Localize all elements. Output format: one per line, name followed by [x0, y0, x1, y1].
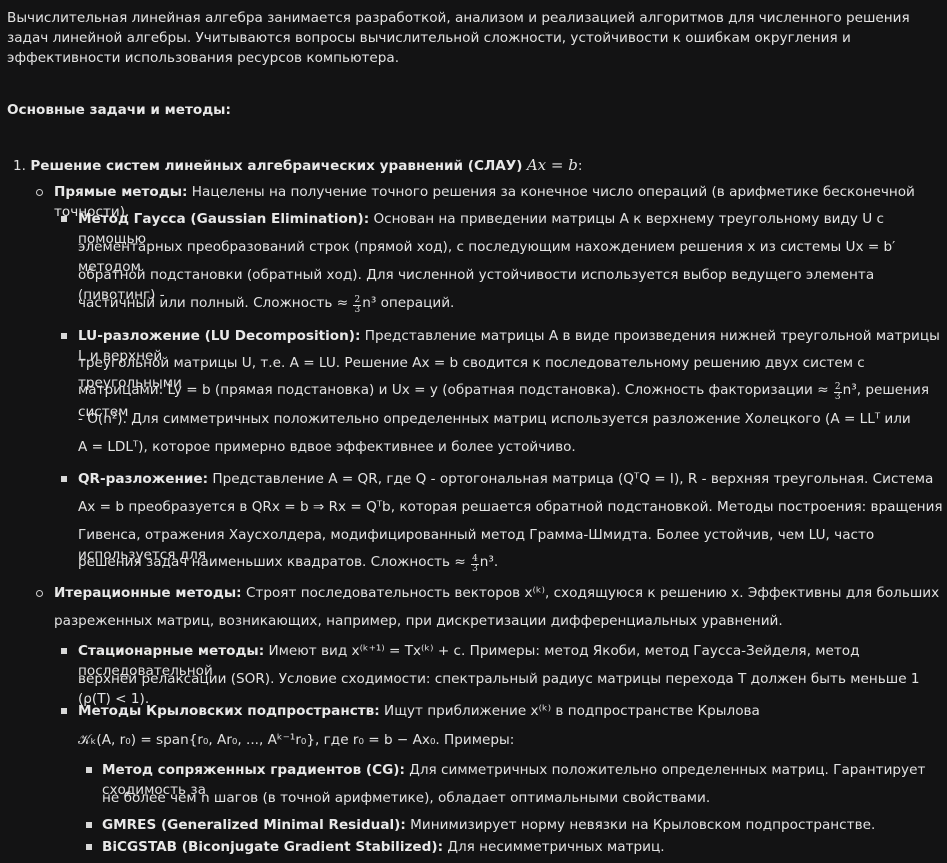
bicgstab-line: BiCGSTAB (Biconjugate Gradient Stabilize… [102, 837, 665, 857]
cg-label: Метод сопряженных градиентов (CG): [102, 762, 405, 778]
fraction-two-thirds: 23 [353, 296, 362, 315]
iter-text-1: Строят последовательность векторов x⁽ᵏ⁾,… [245, 585, 940, 601]
list-number: 1. [13, 158, 26, 174]
circle-bullet [36, 590, 43, 597]
list-item-1: 1. Решение систем линейных алгебраически… [13, 155, 582, 176]
gmres-line: GMRES (Generalized Minimal Residual): Ми… [102, 815, 875, 835]
iter-label: Итерационные методы: [54, 585, 242, 601]
lu-line-5: A = LDLᵀ), которое примерно вдвое эффект… [78, 439, 576, 455]
lu-label: LU-разложение (LU Decomposition): [78, 328, 361, 344]
item1-title: Решение систем линейных алгебраических у… [30, 158, 523, 174]
krylov-line-2: 𝒦ₖ(A, r₀) = span{r₀, Ar₀, ..., Aᵏ⁻¹r₀}, … [78, 732, 515, 748]
square-bullet [61, 648, 67, 654]
section-heading: Основные задачи и методы: [7, 102, 231, 118]
square-bullet [61, 216, 67, 222]
fraction-denominator: 3 [472, 564, 478, 574]
square-bullet [86, 822, 92, 828]
circle-bullet [36, 189, 43, 196]
qr-text-4b: n³. [479, 554, 499, 570]
qr-line-2: Ax = b преобразуется в QRx = b ⇒ Rx = Qᵀ… [78, 499, 943, 515]
krylov-line-1: Методы Крыловских подпространств: Ищут п… [78, 701, 760, 721]
document: Вычислительная линейная алгебра занимает… [0, 0, 947, 863]
iter-line-1: Итерационные методы: Строят последовател… [54, 583, 939, 603]
bicgstab-text: Для несимметричных матриц. [447, 839, 665, 855]
gmres-label: GMRES (Generalized Minimal Residual): [102, 817, 406, 833]
qr-line-4: решения задач наименьших квадратов. Слож… [78, 552, 498, 574]
square-bullet [61, 333, 67, 339]
gmres-text: Минимизирует норму невязки на Крыловском… [410, 817, 876, 833]
lu-text-3: матрицами: Ly = b (прямая подстановка) и… [78, 382, 829, 398]
stat-label: Стационарные методы: [78, 643, 265, 659]
fraction-denominator: 3 [834, 392, 841, 402]
item1-equation: Ax = b [526, 156, 578, 174]
qr-line-1: QR-разложение: Представление A = QR, где… [78, 469, 933, 489]
fraction-two-thirds: 23 [833, 383, 842, 402]
qr-label: QR-разложение: [78, 471, 209, 487]
iter-line-2: разреженных матриц, возникающих, наприме… [54, 613, 783, 629]
square-bullet [86, 844, 92, 850]
gauss-line-4: частичный или полный. Сложность ≈ 2 3 n³ о… [78, 293, 454, 315]
square-bullet [86, 767, 92, 773]
gauss-label: Метод Гаусса (Gaussian Elimination): [78, 211, 370, 227]
cg-line-2: не более чем n шагов (в точной арифметик… [102, 790, 711, 806]
fraction-denominator: 3 [354, 305, 361, 315]
intro-paragraph: Вычислительная линейная алгебра занимает… [7, 10, 910, 66]
bicgstab-label: BiCGSTAB (Biconjugate Gradient Stabilize… [102, 839, 444, 855]
qr-text-1: Представление A = QR, где Q - ортогональ… [212, 471, 934, 487]
item1-colon: : [577, 158, 583, 174]
fraction-four-thirds: 43 [471, 555, 479, 574]
gauss-complexity-tail: n³ операций. [362, 295, 455, 311]
lu-line-4: - O(n²). Для симметричных положительно о… [78, 411, 911, 427]
direct-methods-label: Прямые методы: [54, 184, 188, 200]
square-bullet [61, 708, 67, 714]
krylov-label: Методы Крыловских подпространств: [78, 703, 380, 719]
square-bullet [61, 476, 67, 482]
krylov-text-1: Ищут приближение x⁽ᵏ⁾ в подпространстве … [384, 703, 760, 719]
gauss-complexity-text: частичный или полный. Сложность ≈ [78, 295, 349, 311]
qr-text-4: решения задач наименьших квадратов. Слож… [78, 554, 466, 570]
